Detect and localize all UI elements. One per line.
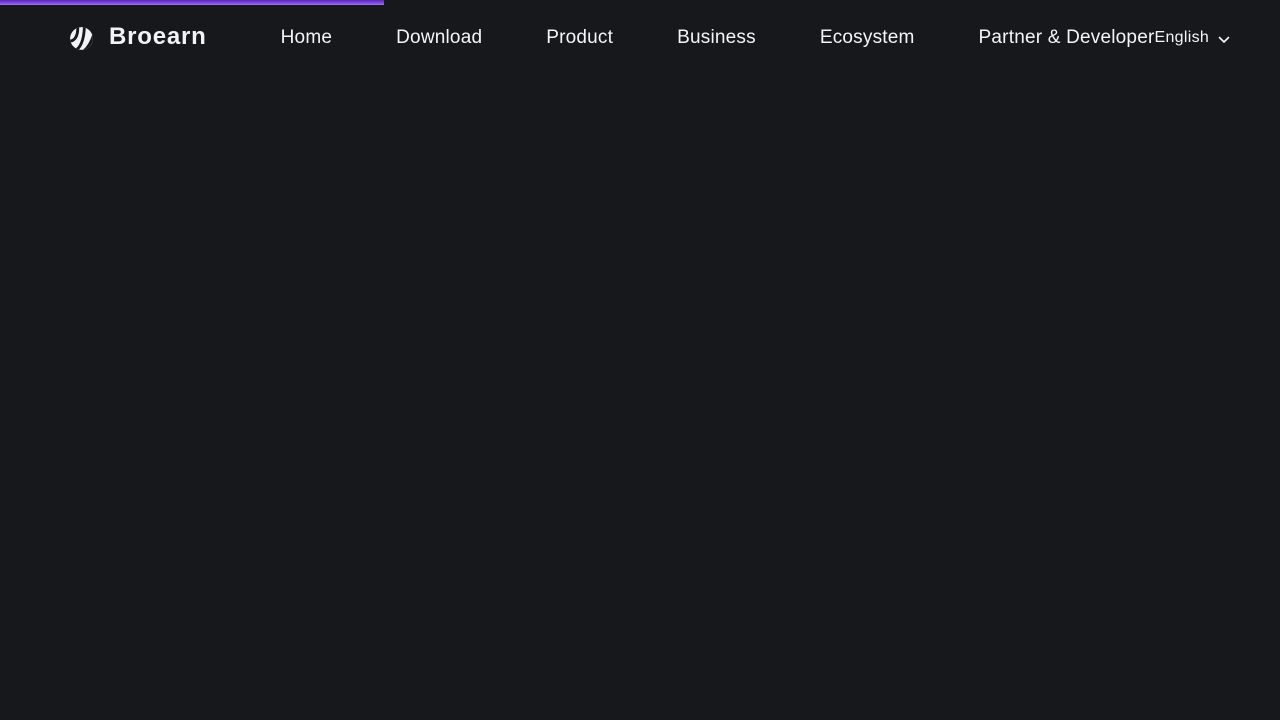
page-load-progress-track — [0, 0, 1280, 5]
page-content — [0, 76, 1280, 720]
site-header: Broearn Home Download Product Business E… — [0, 0, 1280, 76]
nav-item-ecosystem[interactable]: Ecosystem — [820, 27, 915, 49]
logo[interactable]: Broearn — [68, 25, 207, 52]
nav-item-home[interactable]: Home — [281, 27, 332, 49]
nav-item-business[interactable]: Business — [677, 27, 756, 49]
brand-name: Broearn — [109, 23, 207, 50]
broearn-striped-sphere-icon — [70, 26, 93, 50]
nav-item-product[interactable]: Product — [546, 27, 613, 49]
chevron-down-icon — [1218, 36, 1230, 43]
main-nav: Home Download Product Business Ecosystem… — [281, 27, 1155, 49]
language-selector[interactable]: English — [1155, 29, 1231, 47]
nav-item-download[interactable]: Download — [396, 27, 482, 49]
language-selected-label: English — [1154, 29, 1210, 46]
page-load-progress-bar — [0, 0, 384, 5]
nav-item-partner-developer[interactable]: Partner & Developer — [979, 27, 1155, 49]
